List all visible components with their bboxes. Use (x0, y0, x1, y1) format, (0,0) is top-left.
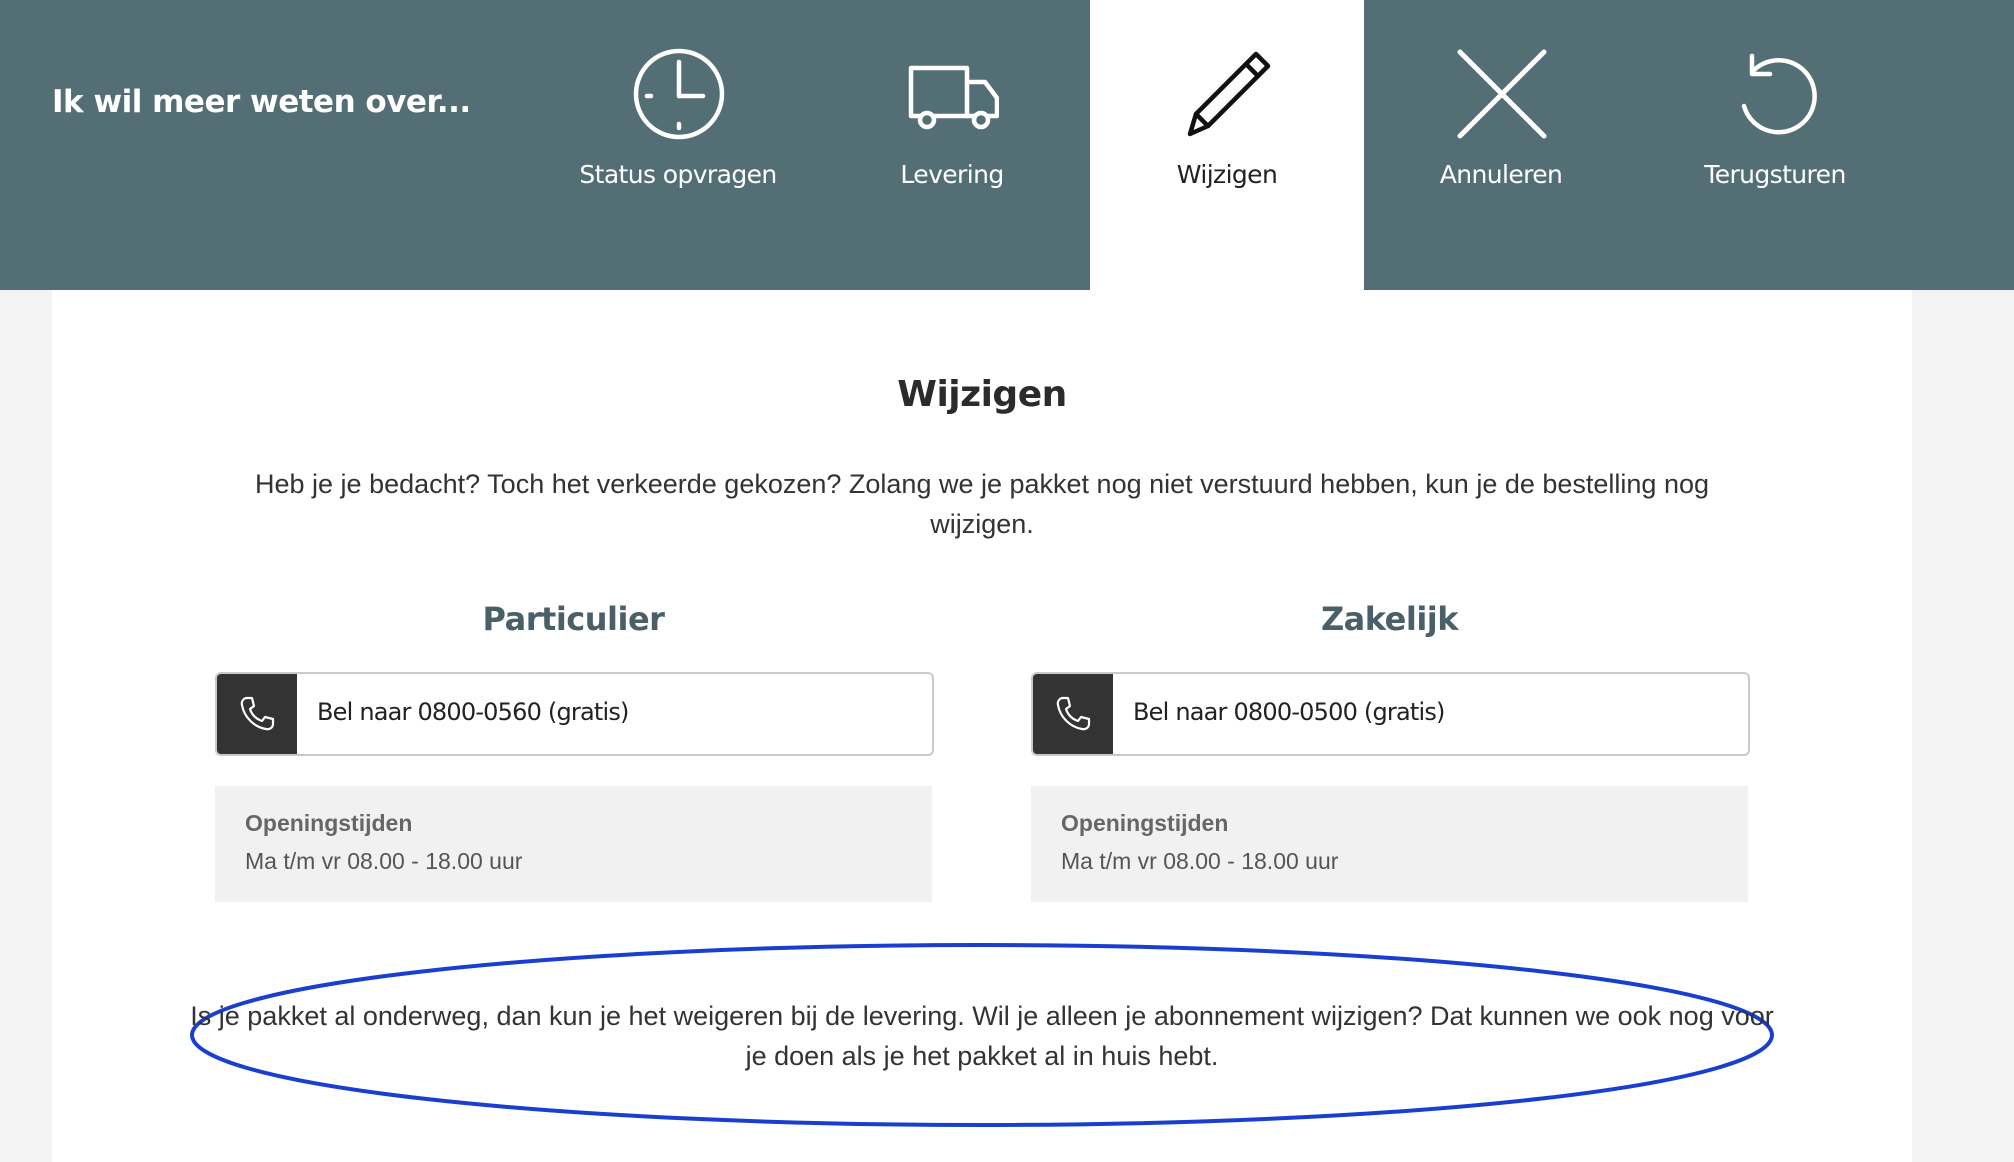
pencil-icon (1182, 48, 1274, 140)
tab-levering[interactable]: Levering (815, 0, 1089, 290)
opening-hours-title: Openingstijden (245, 810, 413, 836)
tab-label: Terugsturen (1704, 160, 1846, 189)
phone-icon (1033, 674, 1113, 754)
call-label: Bel naar 0800-0500 (gratis) (1133, 698, 1445, 726)
tab-label: Wijzigen (1176, 160, 1278, 189)
call-button-particulier[interactable]: Bel naar 0800-0560 (gratis) (215, 672, 934, 756)
column-zakelijk: Zakelijk Bel naar 0800-0500 (gratis) Ope… (1031, 600, 1750, 902)
phone-icon (217, 674, 297, 754)
note-text: Is je pakket al onderweg, dan kun je het… (190, 1001, 1774, 1071)
opening-hours-title: Openingstijden (1061, 810, 1229, 836)
intro-text: Heb je je bedacht? Toch het verkeerde ge… (255, 469, 1709, 539)
opening-hours-text: Ma t/m vr 08.00 - 18.00 uur (245, 848, 523, 874)
tab-annuleren[interactable]: Annuleren (1364, 0, 1638, 290)
tab-label: Annuleren (1439, 160, 1563, 189)
truck-icon (907, 48, 999, 140)
topic-bar-title: Ik wil meer weten over... (52, 84, 471, 120)
topic-navigation-bar: Ik wil meer weten over... Status opvrage… (0, 0, 2014, 290)
tab-wijzigen[interactable]: Wijzigen (1090, 0, 1364, 290)
return-arrow-icon (1730, 48, 1822, 140)
content-panel: Wijzigen Heb je je bedacht? Toch het ver… (52, 290, 1912, 1162)
tab-label: Status opvragen (579, 160, 777, 189)
opening-hours-box: Openingstijden Ma t/m vr 08.00 - 18.00 u… (215, 786, 932, 902)
tab-label: Levering (900, 160, 1004, 189)
page: Ik wil meer weten over... Status opvrage… (0, 0, 2014, 1162)
note-section: Is je pakket al onderweg, dan kun je het… (187, 940, 1777, 1130)
column-title: Zakelijk (1320, 600, 1459, 638)
call-button-zakelijk[interactable]: Bel naar 0800-0500 (gratis) (1031, 672, 1750, 756)
section-title: Wijzigen (897, 374, 1067, 415)
column-particulier: Particulier Bel naar 0800-0560 (gratis) … (215, 600, 934, 902)
call-label: Bel naar 0800-0560 (gratis) (317, 698, 629, 726)
clock-icon (633, 48, 725, 140)
opening-hours-text: Ma t/m vr 08.00 - 18.00 uur (1061, 848, 1339, 874)
column-title: Particulier (482, 600, 665, 638)
tab-status-opvragen[interactable]: Status opvragen (541, 0, 815, 290)
opening-hours-box: Openingstijden Ma t/m vr 08.00 - 18.00 u… (1031, 786, 1748, 902)
close-icon (1456, 48, 1548, 140)
tab-terugsturen[interactable]: Terugsturen (1638, 0, 1912, 290)
